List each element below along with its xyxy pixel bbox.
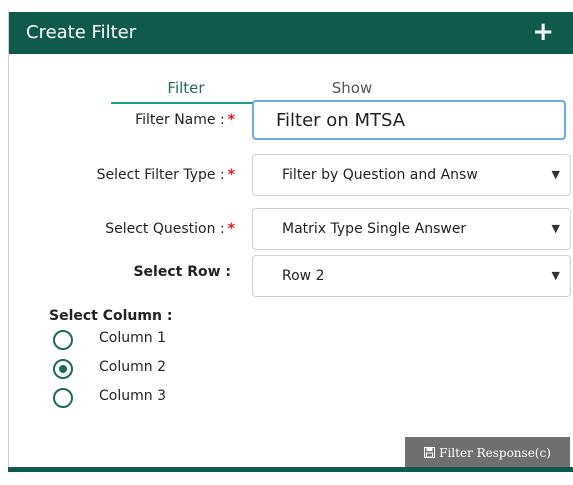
question-select[interactable]: Matrix Type Single Answer ▼	[252, 208, 571, 250]
filter-type-select[interactable]: Filter by Question and Answ ▼	[252, 154, 571, 196]
filter-name-label: Filter Name : *	[135, 112, 235, 128]
filter-response-label: Filter Response(c)	[439, 446, 551, 460]
question-label: Select Question : *	[105, 221, 235, 237]
panel-header: Create Filter +	[9, 12, 573, 54]
radio-button[interactable]	[53, 330, 73, 350]
chevron-down-icon: ▼	[551, 168, 560, 181]
filter-name-label-text: Filter Name :	[135, 112, 225, 128]
bottom-bar	[8, 467, 573, 472]
tab-filter[interactable]: Filter	[111, 79, 261, 97]
filter-response-button[interactable]: Filter Response(c)	[405, 437, 570, 469]
required-mark: *	[227, 221, 235, 237]
floppy-disk-icon	[424, 438, 436, 470]
required-mark: *	[227, 112, 235, 128]
question-value: Matrix Type Single Answer	[282, 221, 467, 237]
tab-filter-underline	[111, 102, 261, 104]
row-label-text: Select Row :	[133, 264, 231, 280]
radio-label: Column 2	[99, 359, 166, 375]
filter-type-value: Filter by Question and Answ	[282, 167, 478, 183]
chevron-down-icon: ▼	[551, 269, 560, 282]
radio-label: Column 3	[99, 388, 166, 404]
filter-name-input[interactable]	[252, 100, 566, 140]
row-value: Row 2	[282, 268, 325, 284]
radio-button[interactable]	[53, 359, 73, 379]
radio-label: Column 1	[99, 330, 166, 346]
panel-title: Create Filter	[26, 22, 137, 43]
create-filter-panel: Create Filter + Filter Show Filter Name …	[8, 12, 573, 469]
tab-show[interactable]: Show	[277, 79, 427, 97]
required-mark: *	[227, 167, 235, 183]
chevron-down-icon: ▼	[551, 222, 560, 235]
question-label-text: Select Question :	[105, 221, 225, 237]
radio-selected-dot	[59, 365, 67, 373]
filter-type-label: Select Filter Type : *	[97, 167, 235, 183]
filter-type-label-text: Select Filter Type :	[96, 167, 225, 183]
radio-button[interactable]	[53, 388, 73, 408]
row-label: Select Row :	[133, 264, 231, 280]
row-select[interactable]: Row 2 ▼	[252, 255, 571, 297]
plus-icon[interactable]: +	[532, 18, 554, 46]
column-label: Select Column :	[49, 308, 173, 324]
